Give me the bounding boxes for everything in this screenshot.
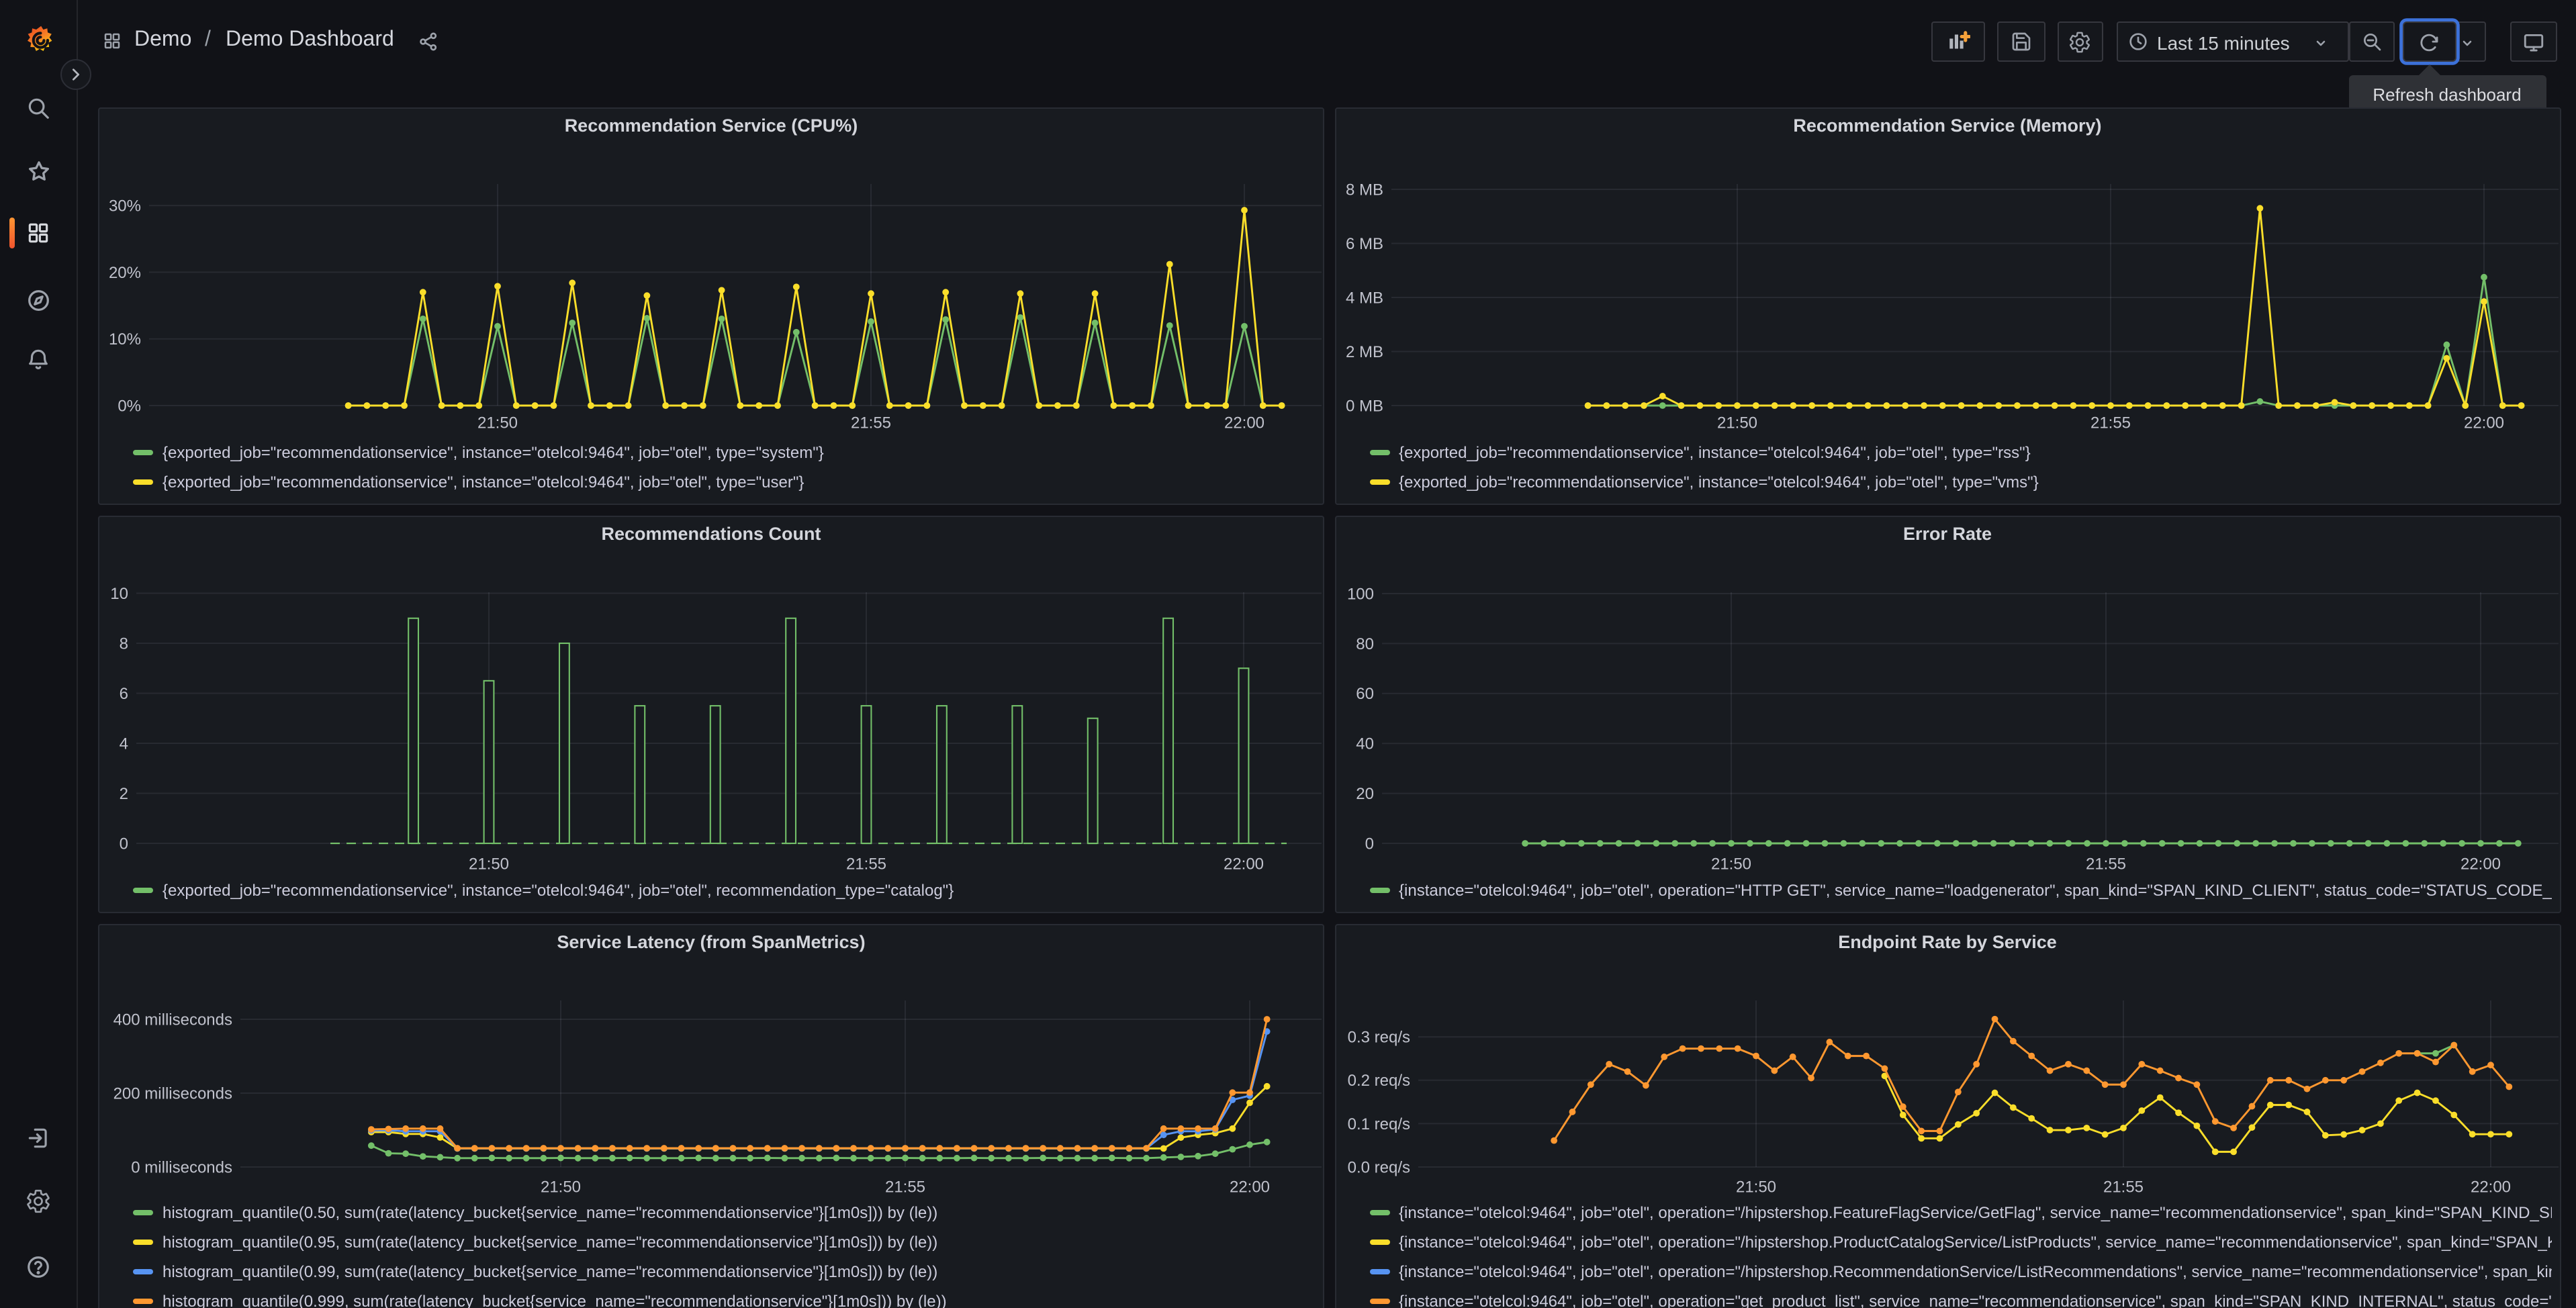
svg-text:21:50: 21:50	[1735, 1178, 1776, 1196]
svg-text:0.0 req/s: 0.0 req/s	[1347, 1158, 1410, 1176]
svg-text:22:00: 22:00	[1230, 1178, 1270, 1196]
svg-text:0: 0	[120, 835, 128, 853]
svg-text:0%: 0%	[118, 397, 141, 415]
svg-text:21:50: 21:50	[477, 414, 518, 432]
svg-text:21:50: 21:50	[469, 855, 509, 873]
svg-text:21:55: 21:55	[2090, 414, 2130, 432]
svg-text:22:00: 22:00	[1224, 414, 1264, 432]
svg-text:0.1 req/s: 0.1 req/s	[1347, 1115, 1410, 1133]
svg-text:20%: 20%	[109, 264, 141, 282]
svg-text:0.2 req/s: 0.2 req/s	[1347, 1072, 1410, 1090]
svg-text:400 milliseconds: 400 milliseconds	[113, 1011, 232, 1029]
svg-text:30%: 30%	[109, 197, 141, 216]
svg-text:10%: 10%	[109, 330, 141, 348]
svg-text:21:50: 21:50	[541, 1178, 581, 1196]
svg-text:21:55: 21:55	[2085, 855, 2125, 873]
svg-text:8 MB: 8 MB	[1345, 181, 1383, 199]
svg-text:60: 60	[1355, 685, 1373, 703]
svg-text:40: 40	[1355, 735, 1373, 753]
svg-text:22:00: 22:00	[2460, 855, 2500, 873]
svg-text:0: 0	[1365, 835, 1373, 853]
svg-text:22:00: 22:00	[2470, 1178, 2510, 1196]
svg-text:6: 6	[120, 685, 128, 703]
svg-text:0 MB: 0 MB	[1345, 397, 1383, 415]
svg-text:21:50: 21:50	[1710, 855, 1751, 873]
svg-text:21:55: 21:55	[846, 855, 886, 873]
svg-text:100: 100	[1346, 585, 1373, 603]
svg-text:8: 8	[120, 635, 128, 653]
svg-text:4 MB: 4 MB	[1345, 289, 1383, 307]
svg-text:0.3 req/s: 0.3 req/s	[1347, 1029, 1410, 1047]
svg-text:80: 80	[1355, 635, 1373, 653]
svg-text:4: 4	[120, 735, 128, 753]
svg-text:21:50: 21:50	[1716, 414, 1757, 432]
svg-text:6 MB: 6 MB	[1345, 235, 1383, 253]
svg-text:21:55: 21:55	[2103, 1178, 2143, 1196]
svg-text:21:55: 21:55	[885, 1178, 925, 1196]
svg-text:20: 20	[1355, 785, 1373, 803]
svg-text:22:00: 22:00	[2463, 414, 2503, 432]
svg-text:2: 2	[120, 785, 128, 803]
svg-text:21:55: 21:55	[851, 414, 891, 432]
svg-text:200 milliseconds: 200 milliseconds	[113, 1084, 232, 1103]
svg-text:22:00: 22:00	[1224, 855, 1264, 873]
svg-text:0 milliseconds: 0 milliseconds	[131, 1158, 232, 1176]
svg-text:2 MB: 2 MB	[1345, 343, 1383, 361]
svg-text:10: 10	[110, 585, 128, 603]
